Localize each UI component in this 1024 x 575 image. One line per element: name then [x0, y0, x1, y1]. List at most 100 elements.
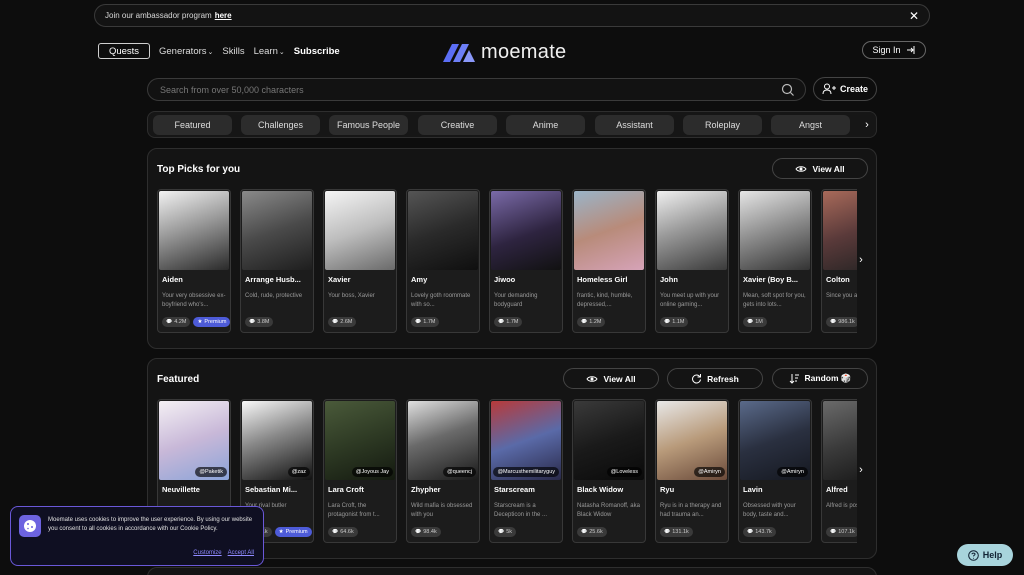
random-button[interactable]: Random 🎲 [772, 368, 868, 389]
chat-count: 1.1M [672, 319, 685, 325]
character-description: Wild mafia is obsessed with you [411, 503, 473, 518]
character-description: Cold, rude, protective [245, 293, 303, 299]
character-name: Sebastian Mi... [245, 485, 298, 494]
character-description: Alfred is possessi... [826, 503, 857, 509]
card-stats: 💬 98.4k [411, 527, 441, 537]
chat-icon: 💬 [332, 319, 339, 325]
banner-text: Join our ambassador program [105, 11, 212, 20]
card-stats: 💬 143.7k [743, 527, 776, 537]
banner-link[interactable]: here [215, 11, 232, 20]
creator-badge[interactable]: @Amiryn [694, 467, 725, 477]
character-card[interactable]: Colton Since you adopted,... 💬986.1k [821, 189, 857, 333]
top-picks-cards: Aiden Your very obsessive ex-boyfriend wh… [157, 189, 857, 333]
chevron-right-icon[interactable]: › [855, 460, 867, 480]
chat-icon: 💬 [415, 529, 422, 535]
create-button[interactable]: Create [813, 77, 877, 101]
card-stats: 💬 2.6M [328, 317, 357, 327]
help-button[interactable]: Help [957, 544, 1013, 566]
chevron-right-icon[interactable]: › [858, 112, 876, 137]
character-name: Xavier [328, 275, 351, 284]
character-description: You meet up with your online gaming... [660, 293, 720, 308]
character-description: Obsessed with your body, taste and... [743, 503, 796, 518]
character-name: Xavier (Boy B... [743, 275, 799, 284]
nav-subscribe[interactable]: Subscribe [294, 46, 340, 57]
character-card[interactable]: @Amiryn Lavin Obsessed with your body, tas… [738, 399, 812, 543]
creator-badge[interactable]: @zaz [287, 467, 310, 477]
nav-learn-label: Learn [253, 45, 278, 57]
character-card[interactable]: @Amiryn Ryu Ryu is in a therapy and had tr… [655, 399, 729, 543]
character-card[interactable]: Xavier (Boy B... Mean, soft spot for you,… [738, 189, 812, 333]
creator-badge[interactable]: @Amiryn [777, 467, 808, 477]
card-stats: 💬 5k [494, 527, 517, 537]
character-avatar [408, 191, 478, 270]
chat-count: 143.7k [755, 529, 772, 535]
character-name: Homeless Girl [577, 275, 628, 284]
next-section [147, 567, 877, 575]
creator-badge[interactable]: @Loveless [606, 467, 642, 477]
category-roleplay[interactable]: Roleplay [683, 115, 762, 135]
character-card[interactable]: Xavier Your boss, Xavier 💬 2.6M [323, 189, 397, 333]
character-card[interactable]: John You meet up with your online gaming.… [655, 189, 729, 333]
chat-count: 107.1k [838, 529, 855, 535]
creator-badge[interactable]: @Marcusthemilitaryguy [493, 467, 559, 477]
character-card[interactable]: Alfred Alfred is possessi... 💬107.1k [821, 399, 857, 543]
character-card[interactable]: @Marcusthemilitaryguy Starscream Starscrea… [489, 399, 563, 543]
chat-icon: 💬 [747, 529, 754, 535]
character-name: Black Widow [577, 485, 624, 494]
premium-badge: ★ Premium [193, 317, 230, 327]
cookie-banner: Moemate uses cookies to improve the user… [10, 506, 264, 566]
premium-label: Premium [204, 319, 227, 325]
nav-learn[interactable]: Learn⌄ [254, 46, 285, 57]
character-card[interactable]: @Joyous Jay Lara Croft Lara Croft, the pro… [323, 399, 397, 543]
character-name: Ryu [660, 485, 675, 494]
character-card[interactable]: Arrange Husb... Cold, rude, protective 💬 3.… [240, 189, 314, 333]
character-card[interactable]: @queencj Zhypher Wild mafia is obsessed wi… [406, 399, 480, 543]
chat-count-badge: 💬 5k [494, 527, 517, 537]
character-description: Lara Croft, the protagonist from t... [328, 503, 380, 518]
category-challenges[interactable]: Challenges [241, 115, 320, 135]
accept-all-link[interactable]: Accept All [228, 550, 254, 556]
sign-in-button[interactable]: Sign In [862, 41, 926, 59]
character-card[interactable]: Homeless Girl frantic, kind, humble, depr… [572, 189, 646, 333]
create-label: Create [839, 84, 868, 94]
card-stats: 💬 1.2M [577, 317, 606, 327]
search-input[interactable] [160, 84, 760, 95]
chat-count-badge: 💬 131.1k [660, 527, 693, 537]
nav-generators[interactable]: Generators⌄ [159, 46, 213, 57]
customize-link[interactable]: Customize [193, 550, 221, 556]
star-icon: ★ [197, 319, 203, 325]
nav-skills[interactable]: Skills [222, 46, 244, 57]
character-card[interactable]: Aiden Your very obsessive ex-boyfriend wh… [157, 189, 231, 333]
quests-button[interactable]: Quests [98, 43, 150, 59]
character-card[interactable]: Amy Lovely goth roommate with so... 💬 1.7M [406, 189, 480, 333]
cookie-icon [19, 515, 41, 537]
chat-icon: 💬 [830, 529, 837, 535]
chat-icon: 💬 [332, 529, 339, 535]
creator-badge[interactable]: @queencj [443, 467, 476, 477]
chat-count-badge: 💬 3.8M [245, 317, 274, 327]
chat-count: 1.2M [589, 319, 602, 325]
creator-badge[interactable]: @Joyous Jay [351, 467, 393, 477]
character-card[interactable]: @Loveless Black Widow Natasha Romanoff, ak… [572, 399, 646, 543]
search-icon[interactable] [781, 83, 795, 97]
category-angst[interactable]: Angst [771, 115, 850, 135]
category-featured[interactable]: Featured [153, 115, 232, 135]
close-icon[interactable]: ✕ [909, 9, 919, 23]
card-stats: 💬 131.1k [660, 527, 693, 537]
chat-count-badge: 💬 1.7M [494, 317, 523, 327]
chat-icon: 💬 [830, 319, 837, 325]
top-picks-view-all-button[interactable]: View All [772, 158, 868, 179]
category-famous-people[interactable]: Famous People [329, 115, 408, 135]
category-assistant[interactable]: Assistant [595, 115, 674, 135]
category-anime[interactable]: Anime [506, 115, 585, 135]
character-avatar [823, 401, 857, 480]
refresh-button[interactable]: Refresh [667, 368, 763, 389]
chat-count-badge: 💬 1.1M [660, 317, 689, 327]
creator-badge[interactable]: @Paketik [195, 467, 227, 477]
featured-view-all-button[interactable]: View All [563, 368, 659, 389]
category-creative[interactable]: Creative [418, 115, 497, 135]
chat-count-badge: 💬 1.7M [411, 317, 440, 327]
chevron-right-icon[interactable]: › [855, 250, 867, 270]
character-card[interactable]: Jiwoo Your demanding bodyguard 💬 1.7M [489, 189, 563, 333]
logo[interactable]: moemate [443, 41, 566, 64]
